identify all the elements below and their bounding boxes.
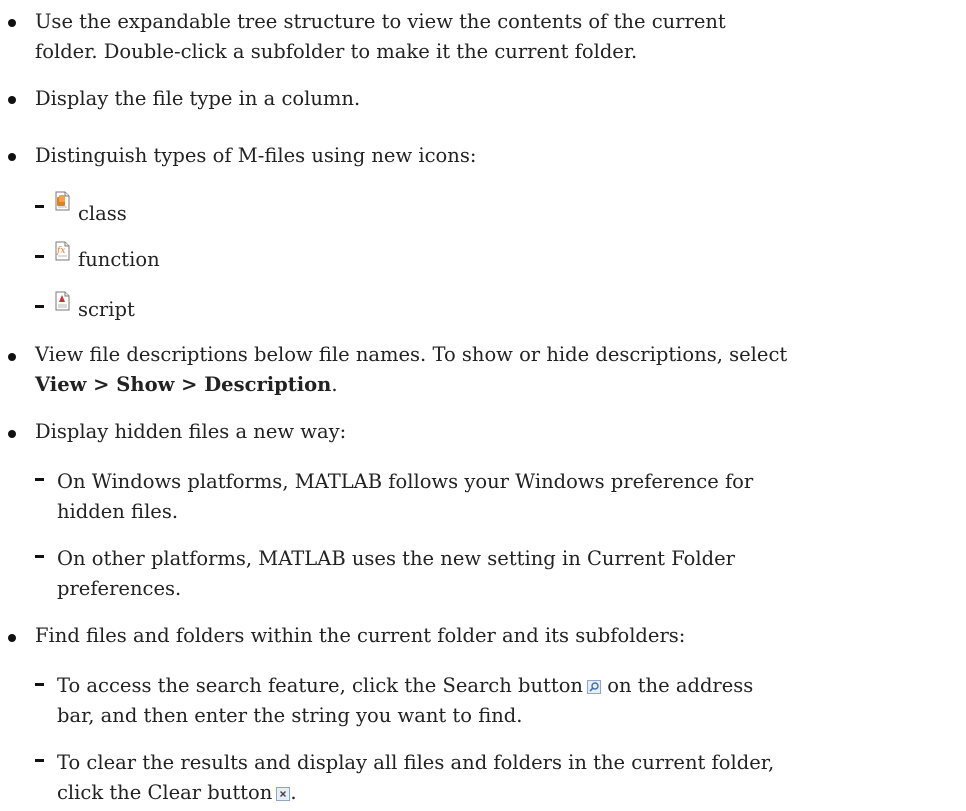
class-label: class: [78, 202, 127, 225]
descriptions-text-line-1: View file descriptions below file names.…: [35, 343, 788, 366]
hidden-other-line-1: On other platforms, MATLAB uses the new …: [57, 547, 736, 570]
release-notes-document: Use the expandable tree structure to vie…: [0, 0, 966, 811]
find-search-text: To access the search feature, click the …: [57, 674, 583, 697]
dash-marker: [35, 255, 44, 258]
hidden-other-line-2: preferences.: [57, 577, 182, 600]
hidden-text: Display hidden files a new way:: [35, 420, 347, 443]
bullet-marker: [8, 96, 16, 104]
function-label: function: [78, 248, 160, 271]
bullet-marker: [8, 19, 16, 27]
hidden-windows-line-2: hidden files.: [57, 500, 179, 523]
bullet-marker: [8, 153, 16, 161]
find-search-line-2: bar, and then enter the string you want …: [57, 704, 523, 727]
script-label: script: [78, 298, 135, 321]
bullet-marker: [8, 353, 16, 361]
filetype-text: Display the file type in a column.: [35, 87, 361, 110]
clear-button-icon: [276, 787, 291, 801]
find-clear-line-1: To clear the results and display all fil…: [57, 751, 775, 774]
menu-path: View > Show > Description: [35, 373, 332, 396]
bullet-marker: [8, 430, 16, 438]
script-file-icon: [55, 291, 70, 311]
find-text: Find files and folders within the curren…: [35, 624, 686, 647]
tree-text-line-1: Use the expandable tree structure to vie…: [35, 10, 726, 33]
find-clear-line-2: click the Clear button .: [57, 783, 297, 803]
dash-marker: [35, 205, 44, 208]
svg-text:fx: fx: [56, 246, 65, 256]
dash-marker: [35, 305, 44, 308]
dash-marker: [35, 555, 44, 558]
descriptions-text-line-2: View > Show > Description.: [35, 375, 338, 395]
dash-marker: [35, 478, 44, 481]
hidden-windows-line-1: On Windows platforms, MATLAB follows you…: [57, 470, 754, 493]
mfiles-text: Distinguish types of M-files using new i…: [35, 144, 477, 167]
bullet-marker: [8, 634, 16, 642]
function-file-icon: fx: [55, 241, 70, 261]
find-clear-text: click the Clear button: [57, 781, 273, 804]
class-file-icon: [55, 191, 70, 211]
period: .: [331, 373, 338, 396]
search-button-icon: [587, 680, 601, 694]
dash-marker: [35, 683, 44, 686]
dash-marker: [35, 759, 44, 762]
tree-text-line-2: folder. Double-click a subfolder to make…: [35, 40, 638, 63]
find-clear-period: .: [290, 781, 297, 804]
find-search-text-after: on the address: [607, 674, 754, 697]
find-search-line-1: To access the search feature, click the …: [57, 676, 753, 696]
